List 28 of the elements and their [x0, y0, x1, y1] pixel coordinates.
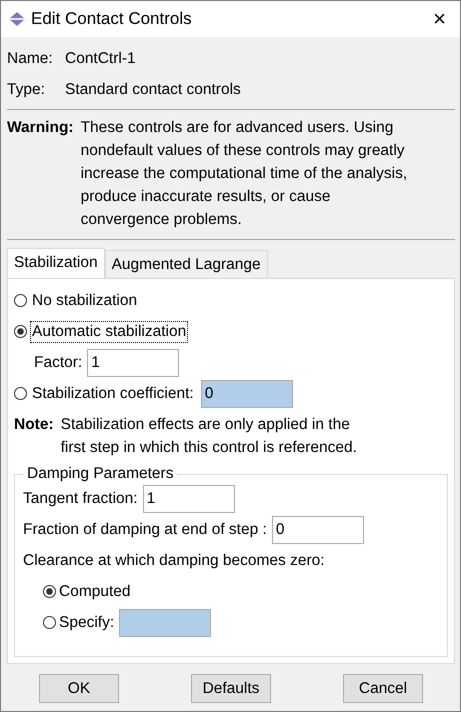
type-label: Type:	[7, 80, 46, 98]
radio-label[interactable]: Stabilization coefficient:	[30, 382, 196, 404]
name-value: ContCtrl-1	[65, 50, 136, 68]
note-label: Note:	[14, 415, 54, 435]
input-field[interactable]: 0	[272, 516, 364, 544]
input-field[interactable]: 1	[142, 484, 235, 512]
warning-text: These controls are for advanced users. Using nondefault values of these controls may greatly increase the computational time of the analysis, produce inaccurate results, or cause convergence problems.	[80, 118, 408, 230]
field-label: Fraction of damping at end of step :	[23, 520, 267, 538]
tab[interactable]: Augmented Lagrange	[104, 250, 268, 278]
type-value: Standard contact controls	[65, 80, 241, 98]
clearance-label: Clearance at which damping becomes zero:	[23, 552, 325, 570]
dialog-button[interactable]: Defaults	[191, 674, 271, 703]
warning-label: Warning:	[7, 118, 74, 138]
field-label: Tangent fraction:	[23, 490, 138, 508]
tab[interactable]: Stabilization	[7, 248, 105, 278]
input-field[interactable]: 1	[87, 348, 180, 376]
radio-label[interactable]: Automatic stabilization	[30, 320, 188, 342]
field-label: Factor:	[34, 354, 82, 372]
window-title: Edit Contact Controls	[31, 9, 193, 29]
group-title: Damping Parameters	[26, 465, 174, 483]
dialog-button[interactable]: OK	[39, 674, 119, 703]
radio-label[interactable]: Specify:	[59, 614, 114, 632]
radio-label[interactable]: No stabilization	[30, 290, 140, 312]
close-button[interactable]: ×	[427, 6, 452, 32]
dialog-button[interactable]: Cancel	[343, 674, 423, 703]
note-text: Stabilization effects are only applied in the first step in which this control is referenced.	[60, 415, 358, 458]
radio-label[interactable]: Computed	[59, 582, 131, 600]
name-label: Name:	[7, 50, 54, 68]
